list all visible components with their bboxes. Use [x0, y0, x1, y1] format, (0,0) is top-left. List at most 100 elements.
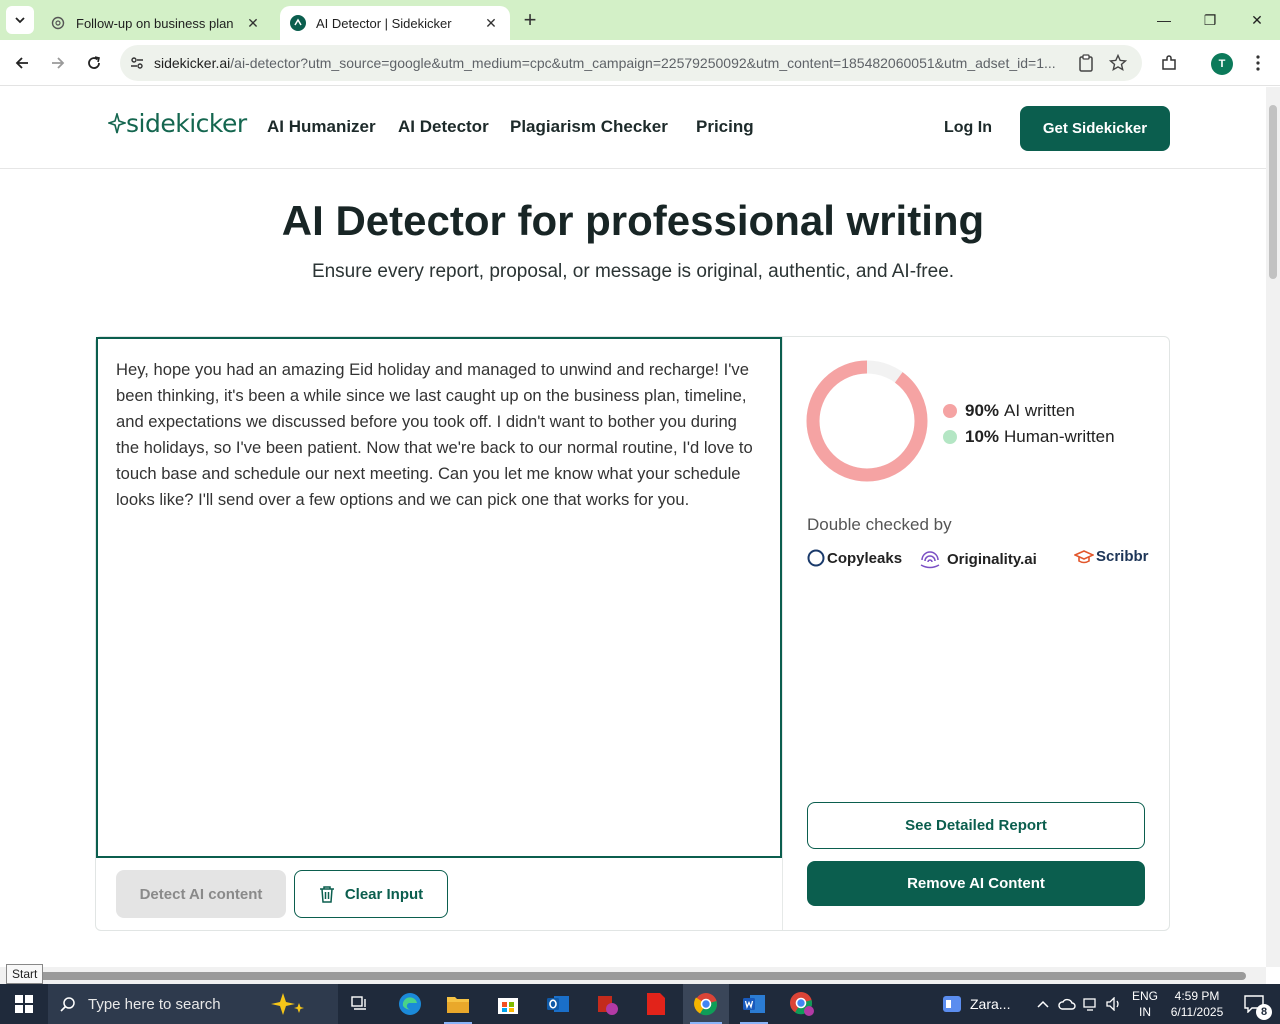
tab-title: Follow-up on business plan [76, 15, 234, 31]
address-bar[interactable]: sidekicker.ai/ai-detector?utm_source=goo… [120, 45, 1142, 81]
originality-text: Originality.ai [947, 550, 1037, 568]
language-primary: ENG [1131, 989, 1158, 1003]
language-region: IN [1139, 1005, 1151, 1019]
human-percent: 10% [965, 427, 1000, 446]
site-header: sidekicker AI Humanizer AI Detector Plag… [0, 87, 1266, 169]
nav-ai-humanizer[interactable]: AI Humanizer [267, 117, 376, 137]
chrome-taskbar-icon[interactable] [683, 984, 729, 1024]
legend-human-written: 10% Human-written [943, 427, 1115, 447]
chevron-down-icon [15, 17, 25, 24]
network-icon[interactable] [1080, 984, 1102, 1024]
vertical-scrollbar[interactable] [1266, 87, 1280, 967]
bookmark-star-icon[interactable] [1108, 53, 1128, 73]
show-hidden-icons-chevron-icon[interactable] [1032, 984, 1054, 1024]
clear-input-label: Clear Input [344, 885, 424, 903]
double-checked-label: Double checked by [807, 515, 952, 534]
login-link[interactable]: Log In [944, 119, 992, 137]
reload-icon[interactable] [80, 49, 108, 77]
url-host: sidekicker.ai [154, 55, 231, 71]
scribbr-text: Scribbr [1096, 548, 1149, 565]
copyleaks-icon [807, 549, 825, 567]
browser-tab-bar: Follow-up on business plan ✕ AI Detector… [0, 0, 1280, 40]
page-title: AI Detector for professional writing [281, 197, 985, 244]
app-pdf-tool-icon[interactable] [588, 984, 628, 1024]
nav-plagiarism-checker[interactable]: Plagiarism Checker [510, 117, 668, 137]
weather-label[interactable]: Zara... [970, 996, 1010, 1012]
originality-fingerprint-icon [920, 551, 940, 569]
url-path: /ai-detector?utm_source=google&utm_mediu… [230, 55, 1056, 71]
clock[interactable]: 4:59 PM 6/11/2025 [1166, 988, 1228, 1020]
browser-tab-ai-detector[interactable]: AI Detector | Sidekicker ✕ [280, 6, 510, 40]
horizontal-scroll-thumb[interactable] [22, 972, 1246, 980]
logo-text: sidekicker [126, 109, 247, 138]
search-icon [60, 997, 75, 1012]
url-text: sidekicker.ai/ai-detector?utm_source=goo… [154, 55, 1064, 71]
browser-menu-icon[interactable] [1246, 51, 1270, 75]
originality-logo: Originality.ai [918, 548, 1037, 570]
nav-pricing[interactable]: Pricing [696, 117, 754, 137]
window-close-icon[interactable]: ✕ [1234, 0, 1280, 40]
get-sidekicker-button[interactable]: Get Sidekicker [1020, 106, 1170, 151]
see-detailed-report-button[interactable]: See Detailed Report [807, 802, 1145, 849]
human-label: Human-written [1004, 427, 1115, 446]
taskbar-search-box[interactable]: Type here to search [48, 984, 338, 1024]
vertical-scroll-thumb[interactable] [1269, 105, 1277, 279]
web-page: sidekicker AI Humanizer AI Detector Plag… [0, 87, 1266, 967]
restore-icon[interactable]: ❐ [1187, 0, 1233, 40]
language-indicator[interactable]: ENG IN [1128, 988, 1162, 1020]
notifications-icon[interactable]: 8 [1234, 984, 1274, 1024]
sidekicker-favicon-icon [290, 15, 306, 31]
legend-ai-written: 90% AI written [943, 401, 1075, 421]
site-settings-icon[interactable] [120, 45, 154, 81]
clock-time: 4:59 PM [1174, 989, 1220, 1003]
sparkle-logo-icon [108, 112, 126, 133]
search-placeholder: Type here to search [88, 995, 221, 1013]
chrome-profile-taskbar-icon[interactable] [782, 984, 822, 1024]
windows-start-icon[interactable] [0, 984, 48, 1024]
horizontal-scrollbar[interactable] [0, 967, 1266, 984]
sidekicker-logo[interactable]: sidekicker [108, 109, 247, 138]
onedrive-cloud-icon[interactable] [1056, 984, 1078, 1024]
task-view-icon[interactable] [340, 984, 380, 1024]
edge-browser-icon[interactable] [390, 984, 430, 1024]
human-color-dot [943, 430, 957, 444]
tab-title: AI Detector | Sidekicker [316, 15, 452, 31]
new-tab-plus-icon[interactable]: + [518, 7, 542, 32]
ai-label: AI written [1004, 401, 1075, 420]
notification-count-badge: 8 [1256, 1004, 1272, 1020]
back-arrow-icon[interactable] [8, 49, 36, 77]
scribbr-cap-icon [1074, 549, 1094, 563]
outlook-icon[interactable] [538, 984, 578, 1024]
donut-ai-segment [806, 360, 928, 482]
copyleaks-logo: Copyleaks [807, 548, 902, 568]
ai-percent: 90% [965, 401, 1000, 420]
trash-icon [319, 885, 335, 903]
detect-ai-content-button[interactable]: Detect AI content [116, 870, 286, 918]
card-divider [782, 337, 783, 930]
copilot-sparkle-icon [270, 993, 304, 1015]
close-icon[interactable]: ✕ [244, 14, 262, 32]
profile-avatar[interactable]: T [1211, 53, 1233, 75]
extensions-puzzle-icon[interactable] [1157, 51, 1181, 75]
forward-arrow-icon[interactable] [44, 49, 72, 77]
minimize-icon[interactable]: — [1141, 0, 1187, 40]
browser-tab-followup[interactable]: Follow-up on business plan ✕ [40, 6, 272, 40]
file-explorer-icon[interactable] [438, 984, 478, 1024]
volume-icon[interactable] [1103, 984, 1125, 1024]
nav-ai-detector[interactable]: AI Detector [398, 117, 489, 137]
clock-date: 6/11/2025 [1170, 1005, 1224, 1019]
clear-input-button[interactable]: Clear Input [294, 870, 448, 918]
page-subtitle: Ensure every report, proposal, or messag… [311, 261, 955, 282]
text-input-area[interactable]: Hey, hope you had an amazing Eid holiday… [96, 337, 782, 858]
chatgpt-icon [50, 15, 66, 31]
microsoft-store-icon[interactable] [488, 984, 528, 1024]
tab-search-button[interactable] [6, 6, 34, 34]
scribbr-logo: Scribbr [1074, 548, 1149, 565]
ai-color-dot [943, 404, 957, 418]
clipboard-icon[interactable] [1076, 53, 1096, 73]
close-icon[interactable]: ✕ [482, 14, 500, 32]
remove-ai-content-button[interactable]: Remove AI Content [807, 861, 1145, 906]
word-icon[interactable] [734, 984, 774, 1024]
pdf-reader-icon[interactable] [636, 984, 676, 1024]
weather-widget-icon[interactable] [940, 984, 964, 1024]
